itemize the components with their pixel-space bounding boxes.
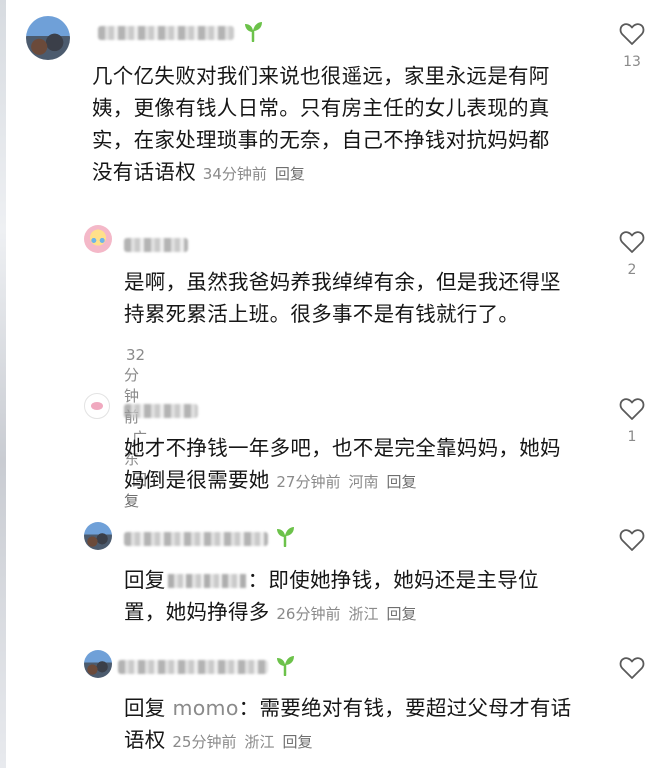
comment-time: 26分钟前 [276, 605, 341, 623]
username-blurred[interactable] [124, 404, 198, 418]
reply-prefix: 回复 [124, 696, 166, 720]
comment-text: 回复 ：即使她挣钱，她妈还是主导位 置，她妈挣得多 26分钟前 浙江 回复 [124, 568, 539, 624]
like-button[interactable]: 1 [612, 397, 652, 445]
comment-time: 25分钟前 [172, 733, 237, 751]
sprout-icon [277, 527, 294, 547]
comment-meta: 27分钟前 河南 回复 [270, 473, 417, 491]
username-blurred[interactable] [124, 238, 188, 252]
comment-meta: 34分钟前 回复 [196, 165, 305, 183]
username-blurred[interactable] [98, 26, 234, 40]
sprout-icon [245, 22, 262, 42]
reply-to-username[interactable]: momo [172, 696, 238, 720]
comment-text: 几个亿失败对我们来说也很遥远，家里永远是有阿 姨，更像有钱人日常。只有房主任的女… [92, 64, 550, 184]
reply-to-username-blurred[interactable] [167, 574, 246, 588]
pig-avatar[interactable] [84, 393, 110, 419]
like-count: 13 [623, 54, 641, 70]
comment-time: 34分钟前 [202, 165, 267, 183]
reply-prefix: 回复 [124, 568, 166, 592]
comment-text: 回复 momo：需要绝对有钱，要超过父母才有话 语权 25分钟前 浙江 回复 [124, 696, 572, 752]
like-button[interactable] [612, 656, 652, 684]
city-photo-avatar[interactable] [26, 16, 70, 60]
username-blurred[interactable] [124, 532, 268, 546]
like-count: 1 [627, 429, 637, 445]
heart-icon [619, 231, 645, 253]
city-photo-avatar[interactable] [84, 522, 112, 550]
like-count: 2 [627, 262, 637, 278]
comment-meta: 26分钟前 浙江 回复 [270, 605, 417, 623]
username-blurred[interactable] [118, 660, 268, 674]
reply-button[interactable]: 回复 [387, 605, 417, 623]
comment-time: 27分钟前 [276, 473, 341, 491]
heart-icon [619, 23, 645, 45]
reply-button[interactable]: 回复 [387, 473, 417, 491]
heart-icon [619, 657, 645, 679]
reply-button[interactable]: 回复 [283, 733, 313, 751]
comment-location: 浙江 [244, 733, 275, 751]
reply-button[interactable]: 回复 [275, 165, 305, 183]
comment-meta: 25分钟前 浙江 回复 [166, 733, 313, 751]
heart-icon [619, 529, 645, 551]
comment-location: 河南 [348, 473, 379, 491]
heart-icon [619, 398, 645, 420]
anime-avatar[interactable] [84, 225, 112, 253]
comment-text: 是啊，虽然我爸妈养我绰绰有余，但是我还得坚 持累死累活上班。很多事不是有钱就行了… [124, 270, 561, 326]
comment-text: 她才不挣钱一年多吧，也不是完全靠妈妈，她妈 妈倒是很需要她 27分钟前 河南 回复 [124, 436, 561, 492]
like-button[interactable]: 2 [612, 230, 652, 278]
like-button[interactable] [612, 528, 652, 556]
city-photo-avatar[interactable] [84, 650, 112, 678]
comment-location: 浙江 [348, 605, 379, 623]
sprout-icon [277, 656, 294, 676]
like-button[interactable]: 13 [612, 22, 652, 70]
left-edge-strip [0, 0, 6, 768]
